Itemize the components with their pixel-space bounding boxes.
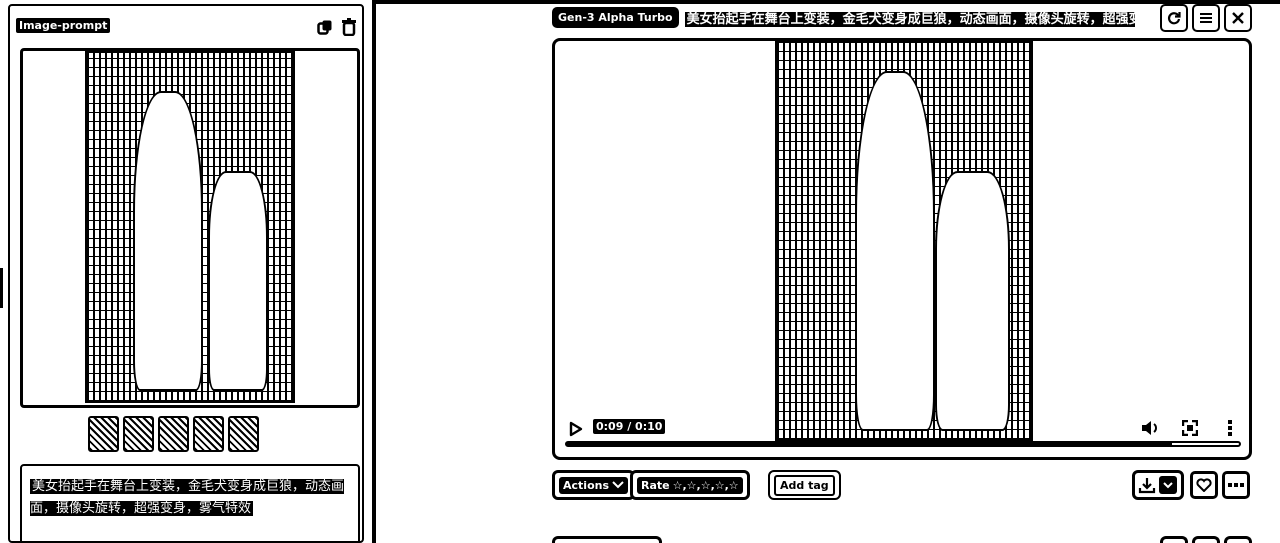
video-player[interactable]: 0:09 / 0:10: [552, 38, 1252, 460]
menu-icon: [1200, 13, 1212, 23]
prompt-image[interactable]: [20, 48, 360, 408]
chevron-down-icon: [612, 481, 624, 489]
heart-icon: [1196, 478, 1212, 492]
woman-figure: [133, 91, 203, 391]
image-prompt-tag: Image-prompt: [16, 18, 111, 33]
video-action-row: Actions Rate ☆,☆,☆,☆,☆ Add tag: [552, 470, 1252, 502]
prompt-text-box[interactable]: 美女抬起手在舞台上变装，金毛犬变身成巨狼，动态画面，摄像头旋转，超强变身，雾气特…: [20, 464, 360, 543]
progress-bar[interactable]: [565, 441, 1241, 447]
time-display: 0:09 / 0:10: [593, 419, 666, 434]
video-frame-image: [775, 41, 1033, 441]
video-title: 美女抬起手在舞台上变装，金毛犬变身成巨狼，动态画面，摄像头旋转，超强变...: [684, 8, 1135, 27]
actions-dropdown-inner: Actions: [559, 476, 628, 494]
play-icon[interactable]: [569, 421, 583, 441]
video-title-text: 美女抬起手在舞台上变装，金毛犬变身成巨狼，动态画面，摄像头旋转，超强变...: [684, 11, 1135, 27]
thumbnail[interactable]: [123, 416, 154, 452]
trash-icon[interactable]: [340, 18, 358, 36]
refresh-icon: [1168, 12, 1181, 25]
next-card-actions: [1160, 536, 1252, 543]
video-header: Gen-3 Alpha Turbo 美女抬起手在舞台上变装，金毛犬变身成巨狼，动…: [552, 4, 1252, 32]
panel-divider[interactable]: [372, 0, 376, 543]
favorite-button[interactable]: [1190, 471, 1218, 499]
next-card-badge: [552, 536, 662, 543]
next-card-button[interactable]: [1224, 536, 1252, 543]
actions-dropdown[interactable]: Actions: [552, 470, 635, 500]
thumbnail[interactable]: [193, 416, 224, 452]
rate-label: Rate: [641, 478, 670, 492]
fullscreen-icon[interactable]: [1181, 419, 1199, 437]
next-card-button[interactable]: [1160, 536, 1188, 543]
model-badge: Gen-3 Alpha Turbo: [552, 6, 679, 28]
chevron-down-icon: [1159, 476, 1177, 494]
thumbnail[interactable]: [158, 416, 189, 452]
add-tag-label: Add tag: [774, 474, 835, 496]
image-prompt-panel: Image-prompt 美女抬起手在舞台上变装，金毛犬变身成巨狼，动态画面，摄…: [8, 4, 364, 543]
rating-stars[interactable]: ☆,☆,☆,☆,☆: [673, 479, 739, 492]
video-controls: 0:09 / 0:10: [565, 415, 1241, 447]
download-icon: [1138, 478, 1156, 494]
add-tag-button[interactable]: Add tag: [768, 470, 841, 500]
more-actions-button[interactable]: [1222, 471, 1250, 499]
window-edge: [0, 268, 3, 308]
volume-icon[interactable]: [1141, 419, 1159, 437]
thumbnail[interactable]: [228, 416, 259, 452]
rate-control-inner: Rate ☆,☆,☆,☆,☆: [637, 476, 743, 494]
menu-button[interactable]: [1192, 4, 1220, 32]
next-card-button[interactable]: [1192, 536, 1220, 543]
progress-bar-fill: [567, 443, 1172, 445]
close-icon: [1232, 12, 1244, 24]
wolf-figure: [935, 171, 1010, 431]
more-horizontal-icon: [1228, 483, 1244, 487]
thumbnail-strip: [88, 416, 259, 452]
prompt-text: 美女抬起手在舞台上变装，金毛犬变身成巨狼，动态画面，摄像头旋转，超强变身，雾气特…: [30, 479, 345, 516]
more-vertical-icon[interactable]: [1221, 419, 1239, 437]
thumbnail[interactable]: [88, 416, 119, 452]
header-actions: [1160, 4, 1252, 32]
rate-control[interactable]: Rate ☆,☆,☆,☆,☆: [630, 470, 750, 500]
woman-figure: [855, 71, 935, 431]
close-button[interactable]: [1224, 4, 1252, 32]
wolf-figure: [208, 171, 268, 391]
copy-icon[interactable]: [316, 18, 334, 36]
refresh-button[interactable]: [1160, 4, 1188, 32]
download-button[interactable]: [1132, 470, 1184, 500]
actions-label: Actions: [563, 478, 609, 492]
